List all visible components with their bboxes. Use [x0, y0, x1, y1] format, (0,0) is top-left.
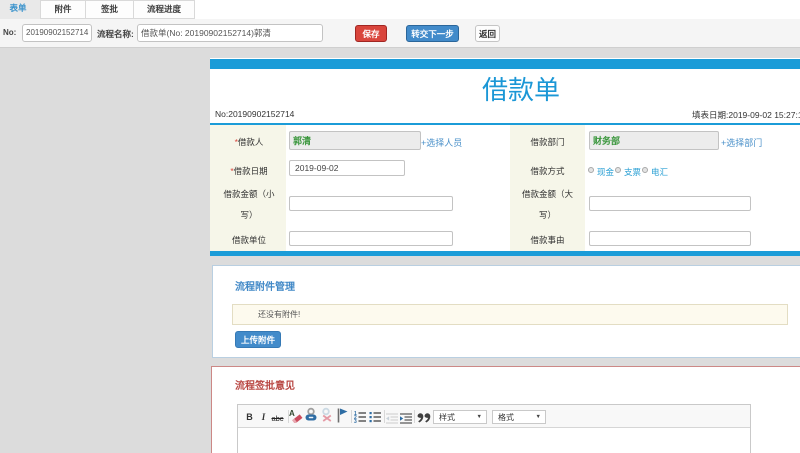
svg-text:A: A: [289, 409, 295, 418]
svg-text:3: 3: [354, 419, 357, 423]
